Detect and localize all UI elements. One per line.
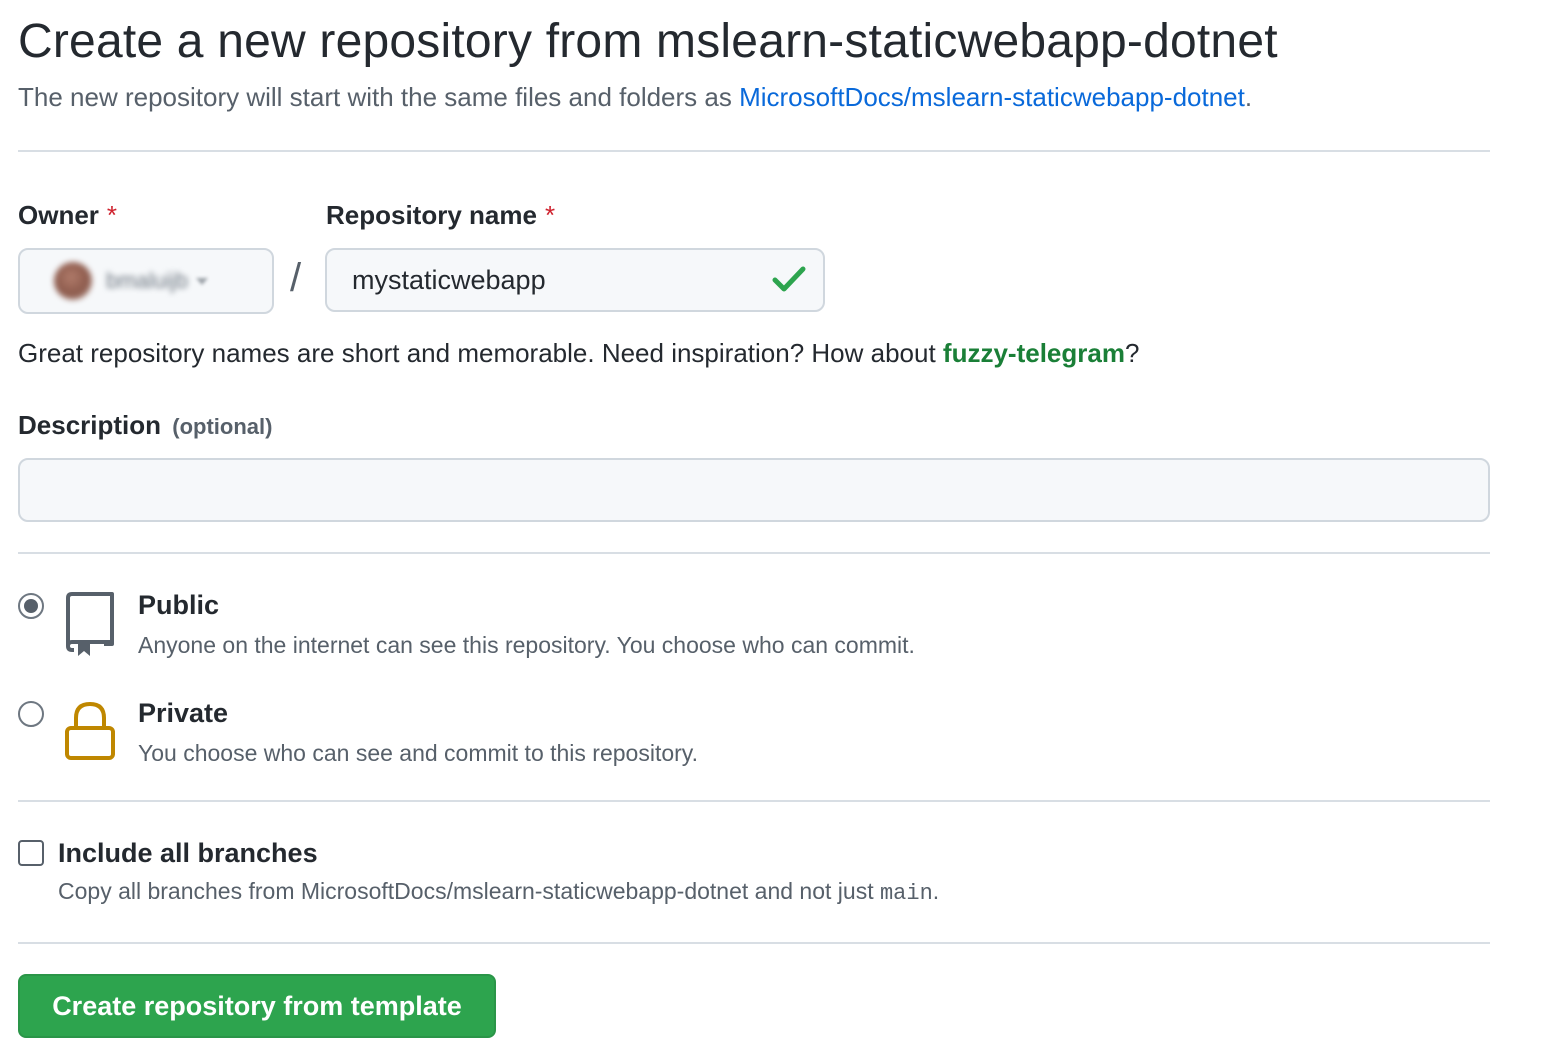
page-subtitle: The new repository will start with the s… xyxy=(18,82,1252,113)
repo-name-label: Repository name * xyxy=(326,200,555,231)
include-branches-desc-text: Copy all branches from MicrosoftDocs/msl… xyxy=(58,878,880,904)
required-asterisk: * xyxy=(106,200,118,230)
name-suggestion-link[interactable]: fuzzy-telegram xyxy=(943,338,1125,368)
include-branches-checkbox[interactable] xyxy=(18,840,44,866)
owner-name: bmaluijb xyxy=(106,268,188,293)
owner-select[interactable]: bmaluijb xyxy=(18,248,274,314)
private-radio[interactable] xyxy=(18,701,44,727)
subtitle-prefix: The new repository will start with the s… xyxy=(18,82,740,112)
include-branches-description: Copy all branches from MicrosoftDocs/msl… xyxy=(58,878,939,906)
description-label-text: Description xyxy=(18,410,162,440)
description-input[interactable] xyxy=(18,458,1490,522)
include-branches-label[interactable]: Include all branches xyxy=(58,838,318,869)
divider xyxy=(18,800,1490,802)
divider xyxy=(18,552,1490,554)
public-radio[interactable] xyxy=(18,593,44,619)
repo-icon xyxy=(66,592,114,656)
description-label: Description (optional) xyxy=(18,410,272,441)
create-repository-button[interactable]: Create repository from template xyxy=(18,974,496,1038)
owner-label: Owner * xyxy=(18,200,117,231)
lock-icon xyxy=(65,701,115,760)
owner-repo-separator: / xyxy=(290,256,302,300)
include-branches-desc-suffix: . xyxy=(932,878,940,904)
check-icon xyxy=(772,266,806,292)
required-asterisk: * xyxy=(544,200,556,230)
name-hint: Great repository names are short and mem… xyxy=(18,338,1139,369)
avatar xyxy=(54,262,92,300)
create-repo-page: Create a new repository from mslearn-sta… xyxy=(0,0,1561,1063)
repo-name-input[interactable] xyxy=(325,248,825,312)
template-repo-link[interactable]: MicrosoftDocs/mslearn-staticwebapp-dotne… xyxy=(739,82,1245,112)
owner-label-text: Owner xyxy=(18,200,99,230)
divider xyxy=(18,150,1490,152)
name-hint-text: Great repository names are short and mem… xyxy=(18,338,943,368)
public-title: Public xyxy=(138,590,220,620)
divider xyxy=(18,942,1490,944)
page-title: Create a new repository from mslearn-sta… xyxy=(18,15,1278,68)
caret-down-icon xyxy=(195,277,208,285)
public-description: Anyone on the internet can see this repo… xyxy=(138,632,915,658)
private-title: Private xyxy=(138,698,229,728)
name-hint-suffix: ? xyxy=(1124,338,1140,368)
repo-name-label-text: Repository name xyxy=(326,200,537,230)
branch-name: main xyxy=(879,881,933,906)
optional-note: (optional) xyxy=(172,414,273,439)
private-description: You choose who can see and commit to thi… xyxy=(138,740,698,766)
subtitle-suffix: . xyxy=(1244,82,1253,112)
